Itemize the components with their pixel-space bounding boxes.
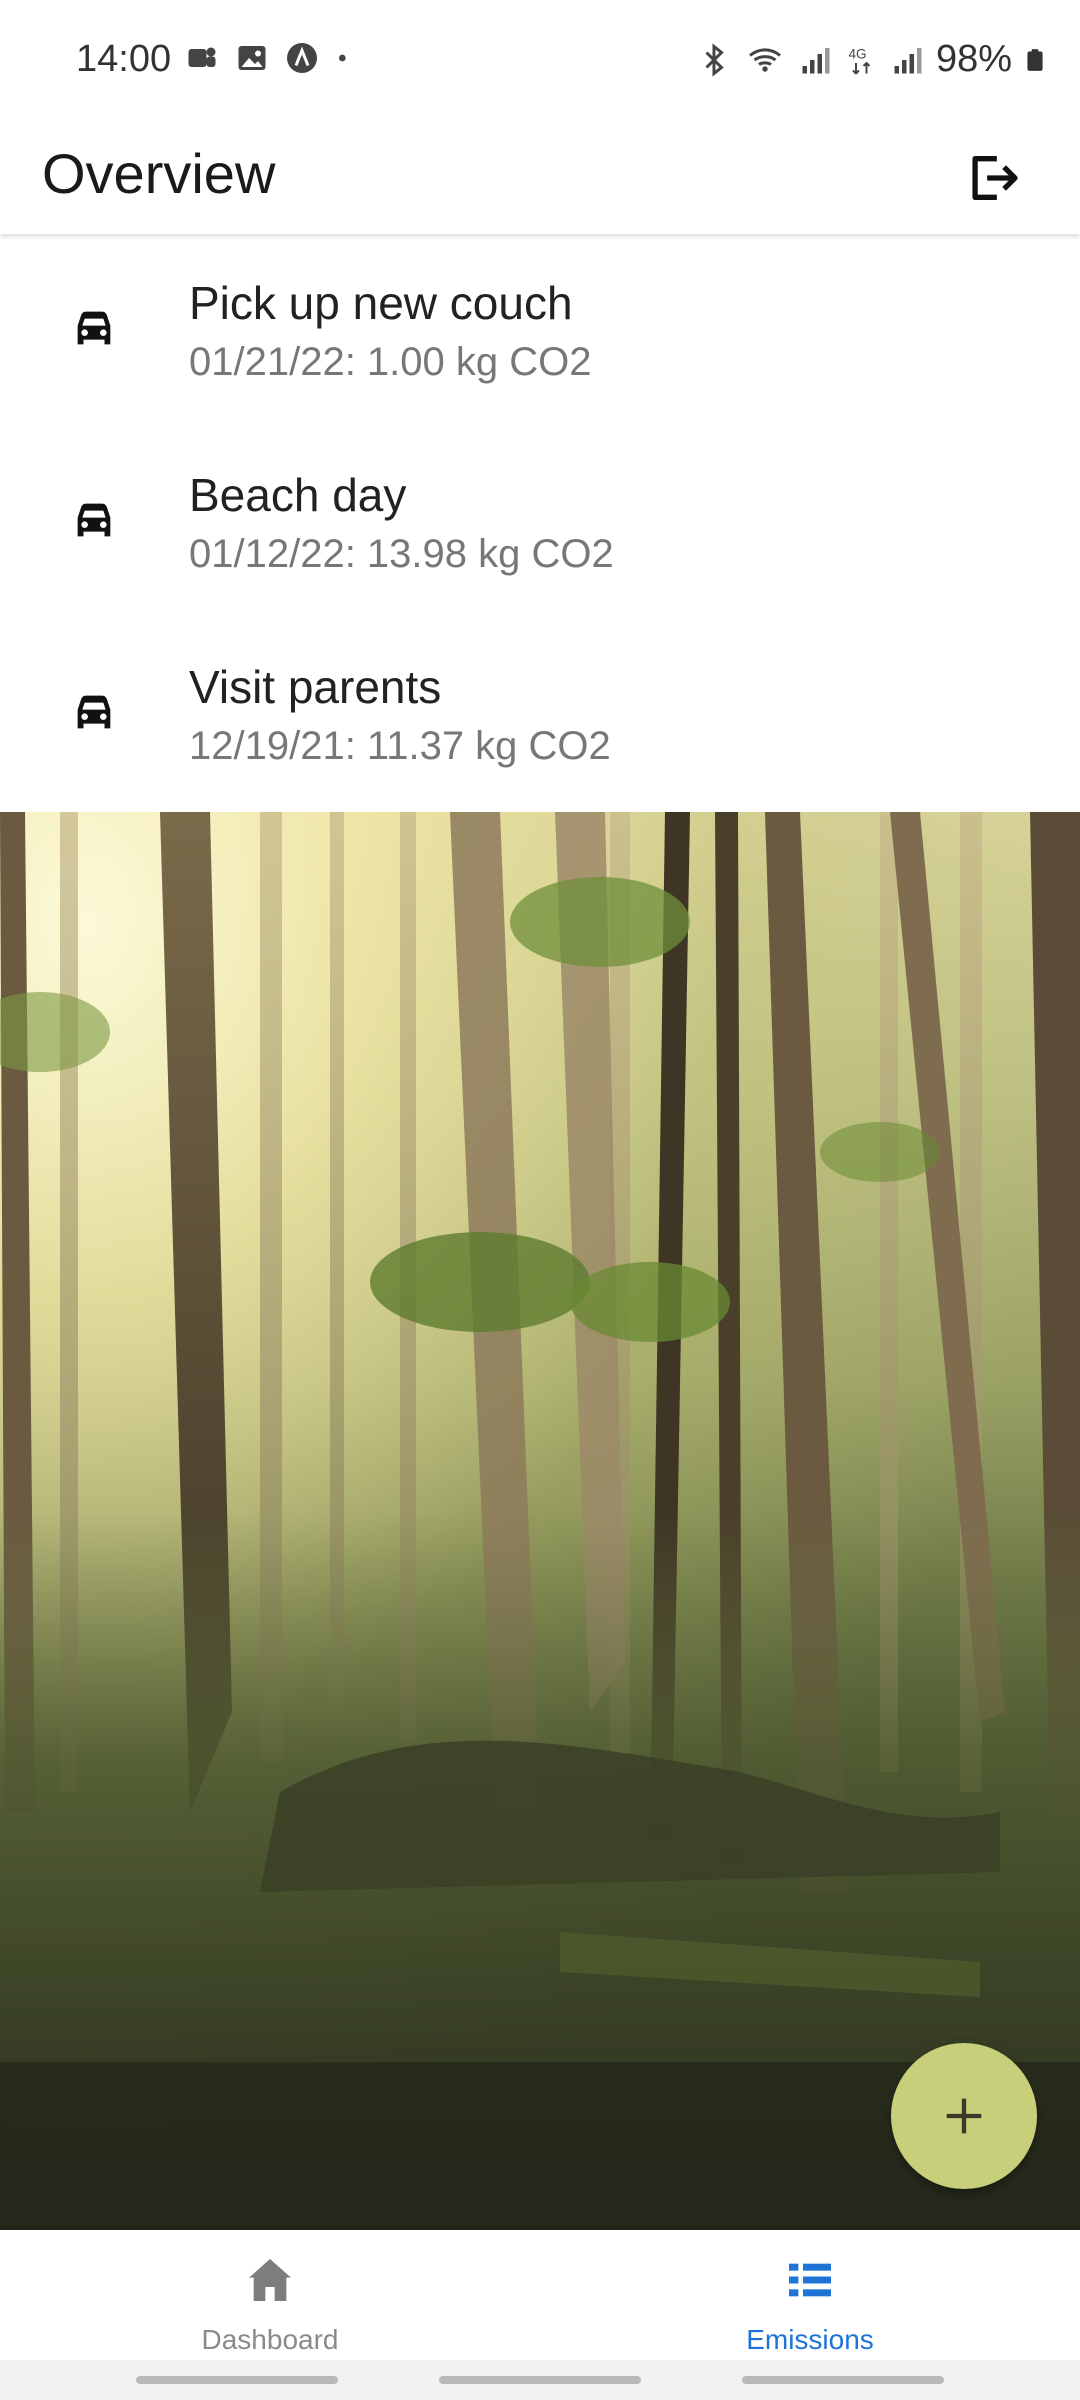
logout-icon: [972, 156, 1018, 200]
status-right-icons: 4G 98%: [696, 38, 1048, 81]
nav-emissions[interactable]: Emissions: [540, 2230, 1080, 2360]
plus-icon: [946, 2098, 982, 2134]
emission-title: Beach day: [189, 469, 407, 521]
nav-emissions-label: Emissions: [746, 2324, 874, 2355]
home-icon: [249, 2259, 291, 2301]
emission-list-item[interactable]: Pick up new couch 01/21/22: 1.00 kg CO2: [0, 236, 1080, 428]
logout-button[interactable]: [944, 130, 1040, 226]
list-icon: [789, 2263, 831, 2297]
page-title: Overview: [42, 142, 276, 205]
bluetooth-icon: [705, 42, 724, 77]
emission-title: Visit parents: [189, 661, 442, 713]
emission-subtitle: 01/21/22: 1.00 kg CO2: [189, 340, 592, 384]
battery-percent: 98%: [935, 38, 1012, 80]
car-icon: [77, 503, 111, 537]
signal-icon: [802, 47, 830, 73]
forest-background-image: [0, 812, 1080, 2230]
4g-icon: 4G: [848, 46, 871, 75]
emission-list-item[interactable]: Beach day 01/12/22: 13.98 kg CO2: [0, 428, 1080, 620]
emission-subtitle: 01/12/22: 13.98 kg CO2: [189, 532, 614, 576]
emissions-list: Pick up new couch 01/21/22: 1.00 kg CO2 …: [0, 236, 1080, 812]
system-gesture-area: [0, 2360, 1080, 2400]
gallery-icon: [238, 46, 266, 70]
car-icon: [77, 695, 111, 729]
dot-icon: [339, 54, 346, 62]
wifi-icon: [748, 47, 781, 72]
gesture-handle[interactable]: [439, 2376, 641, 2384]
signal-icon: [894, 47, 922, 73]
nav-dashboard[interactable]: Dashboard: [0, 2230, 540, 2360]
bottom-navigation: Dashboard Emissions: [0, 2230, 1080, 2360]
car-icon: [77, 311, 111, 345]
emission-list-item[interactable]: Visit parents 12/19/21: 11.37 kg CO2: [0, 620, 1080, 812]
status-time: 14:00: [76, 38, 172, 80]
nav-dashboard-label: Dashboard: [201, 2324, 339, 2355]
emission-subtitle: 12/19/21: 11.37 kg CO2: [189, 724, 611, 768]
add-emission-button[interactable]: [891, 2043, 1037, 2189]
status-bar: 14:00 4G 98%: [0, 0, 1080, 120]
battery-icon: [1027, 48, 1043, 71]
status-left-icons: [184, 40, 354, 76]
app-icon: [287, 43, 317, 73]
app-bar: Overview: [0, 120, 1080, 234]
svg-text:4G: 4G: [848, 46, 866, 61]
forest-illustration: [0, 812, 1080, 2230]
emission-title: Pick up new couch: [189, 277, 573, 329]
gesture-handle[interactable]: [136, 2376, 338, 2384]
teams-icon: [188, 47, 216, 67]
gesture-handle[interactable]: [742, 2376, 944, 2384]
